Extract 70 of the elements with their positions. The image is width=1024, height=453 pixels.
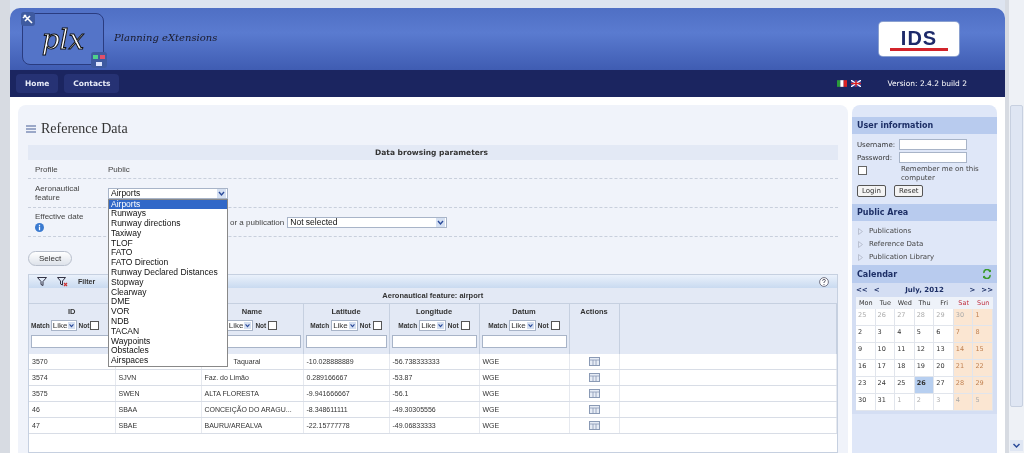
caret-icon (217, 188, 226, 198)
panel-header: User information (852, 117, 997, 134)
table-icon[interactable] (588, 372, 600, 382)
network-icon (91, 52, 107, 68)
dropdown-option[interactable]: FATO (109, 248, 227, 259)
table-icon[interactable] (588, 404, 600, 414)
dropdown-option[interactable]: VOR (109, 307, 227, 318)
panel-title: Calendar (857, 269, 898, 279)
dropdown-option[interactable]: Obstacles (109, 346, 227, 357)
panel-header: Public Area (852, 204, 997, 221)
remember-checkbox[interactable] (858, 166, 867, 175)
field-label: Profile (34, 164, 59, 174)
dropdown-option[interactable]: Runway Declared Distances (109, 268, 227, 278)
table-icon[interactable] (588, 420, 600, 430)
password-field[interactable] (899, 152, 967, 163)
field-value: Public (108, 164, 130, 174)
dropdown-option[interactable]: Waypoints (109, 336, 227, 347)
field-label: or a publication (230, 217, 285, 227)
not-checkbox[interactable] (268, 321, 278, 330)
dropdown-option[interactable]: Runway directions (109, 219, 227, 229)
not-checkbox[interactable] (460, 321, 470, 330)
menu-icon[interactable] (26, 125, 36, 133)
dropdown-option[interactable]: TLOF (109, 238, 227, 249)
caret-icon (436, 322, 444, 329)
refresh-icon[interactable] (982, 269, 992, 279)
clear-filter-icon[interactable] (57, 276, 68, 287)
dropdown-option[interactable]: DME (109, 297, 227, 308)
table-icon[interactable] (588, 356, 600, 366)
dropdown-option[interactable]: Airspaces (109, 356, 227, 367)
dropdown-option[interactable]: FATO Direction (109, 258, 227, 269)
logo-text: plx (41, 22, 85, 56)
caret-icon (244, 322, 252, 329)
not-checkbox[interactable] (90, 321, 100, 330)
select-button[interactable]: Select (28, 251, 73, 266)
caret-icon (526, 322, 534, 329)
scroll-down-icon[interactable] (1010, 440, 1023, 451)
operator-dropdown[interactable]: Like (509, 320, 536, 331)
scrollbar[interactable] (1009, 0, 1024, 453)
filter-input[interactable] (481, 335, 567, 348)
operator-dropdown[interactable]: Like (331, 320, 358, 331)
brand-logo: IDS (879, 22, 959, 56)
dropdown-option[interactable]: Stopway (109, 277, 227, 288)
uk-flag-icon[interactable] (851, 80, 862, 87)
caret-icon (348, 322, 356, 329)
tagline: Planning eXtensions (114, 31, 218, 43)
dropdown-option[interactable]: TACAN (109, 326, 227, 337)
filter-input[interactable] (391, 335, 477, 348)
info-icon[interactable] (35, 223, 44, 232)
table-icon[interactable] (588, 388, 600, 398)
dropdown-option[interactable]: NDB (109, 317, 227, 327)
field-label: Aeronautical feature (34, 184, 81, 202)
italy-flag-icon[interactable] (837, 80, 848, 87)
dropdown-option[interactable]: Runways (109, 209, 227, 220)
caret-icon (68, 322, 76, 329)
page-title: Reference Data (41, 121, 128, 137)
publication-dropdown[interactable]: Not selected (287, 216, 448, 228)
help-icon[interactable] (819, 276, 829, 287)
operator-dropdown[interactable]: Like (50, 320, 78, 331)
caret-icon (436, 217, 446, 227)
dropdown-option[interactable]: Airports (109, 199, 227, 210)
filter-input[interactable] (305, 335, 387, 348)
feature-dropdown[interactable]: Airports (108, 187, 228, 199)
filter-icon[interactable] (37, 277, 47, 286)
dropdown-option[interactable]: Clearway (109, 287, 227, 298)
dropdown-option[interactable]: Taxiway (109, 228, 227, 239)
operator-dropdown[interactable]: Like (419, 320, 446, 331)
operator-dropdown[interactable]: Like (226, 320, 254, 331)
username-field[interactable] (899, 139, 967, 150)
not-checkbox[interactable] (550, 321, 560, 330)
not-checkbox[interactable] (372, 321, 382, 330)
